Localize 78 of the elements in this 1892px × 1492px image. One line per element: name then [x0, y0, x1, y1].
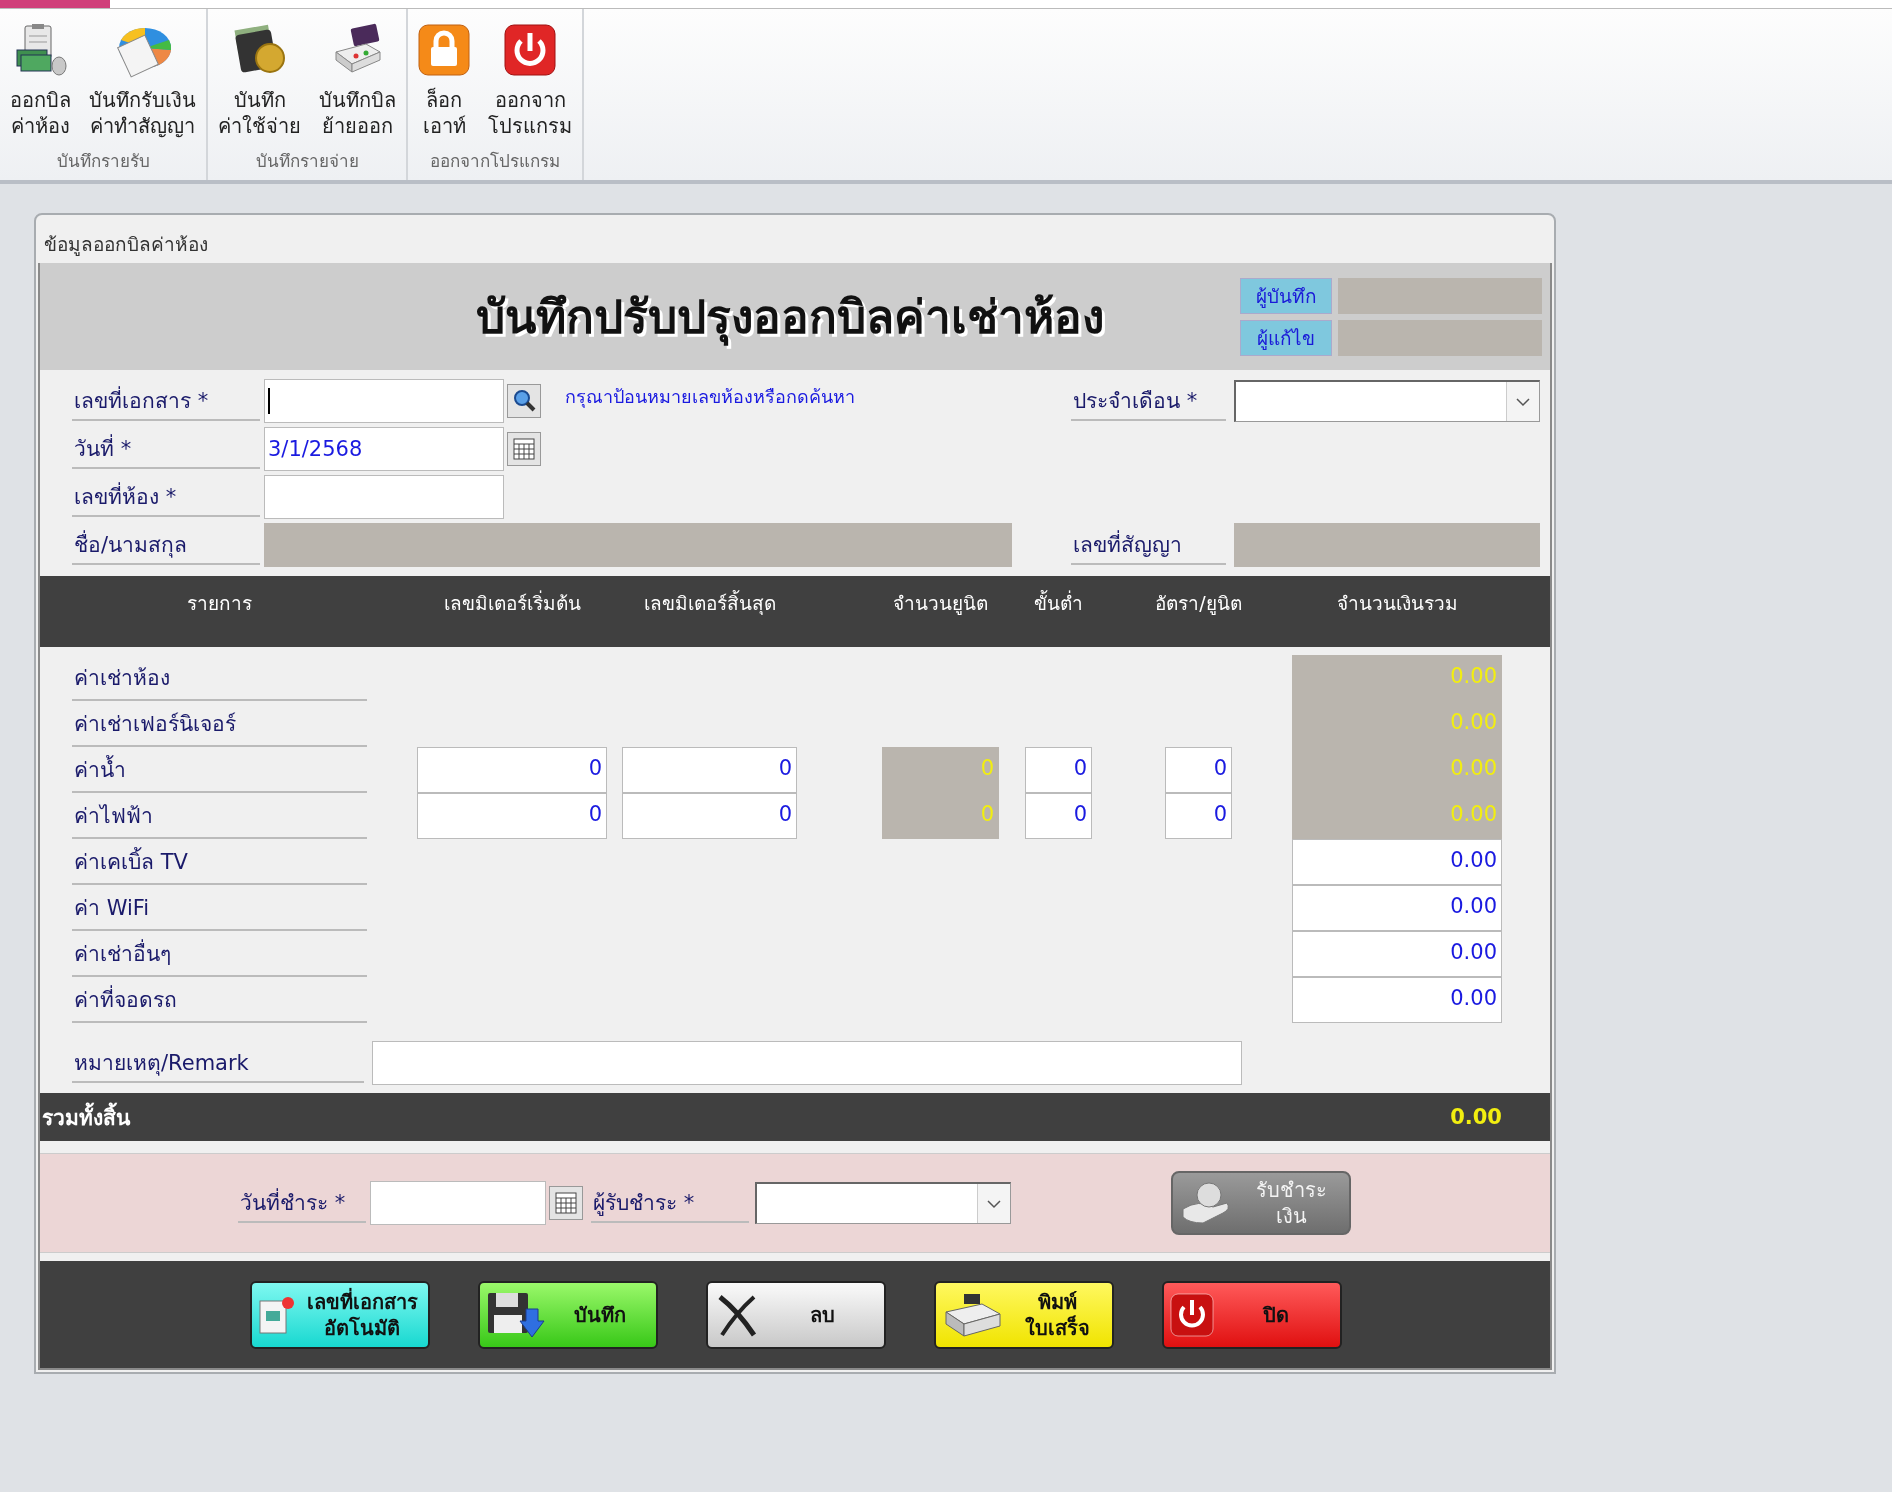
- group-label: บันทึกรายรับ: [55, 150, 151, 173]
- field-label: วันที่ *: [72, 429, 260, 469]
- item-label: ค่าเช่าห้อง: [72, 655, 367, 701]
- column-header: จำนวนเงินรวม: [1336, 591, 1458, 616]
- number-field[interactable]: 0: [417, 793, 607, 839]
- audit-label: ผู้แก้ไข: [1240, 319, 1332, 356]
- item-label: ค่าที่จอดรถ: [72, 977, 367, 1023]
- number-field[interactable]: 0: [622, 793, 797, 839]
- auto-number-button[interactable]: เลขที่เอกสาร อัตโนมัติ: [250, 1280, 430, 1349]
- cash-register-icon: [942, 1291, 1004, 1338]
- field-label: เลขที่สัญญา: [1071, 525, 1226, 565]
- total-field[interactable]: 0.00: [1292, 931, 1502, 977]
- audit-label: ผู้บันทึก: [1240, 277, 1332, 314]
- number-field[interactable]: 0: [1165, 793, 1232, 839]
- date-field[interactable]: [370, 1181, 546, 1225]
- readonly-number-field: 0: [882, 793, 999, 839]
- group-label: บันทึกรายจ่าย: [254, 150, 360, 173]
- field-label: วันที่ชำระ *: [238, 1183, 366, 1223]
- column-header: ขั้นต่ำ: [1034, 589, 1083, 616]
- total-field[interactable]: 0.00: [1292, 839, 1502, 885]
- field-label: ผู้รับชำระ *: [591, 1183, 749, 1223]
- column-header: รายการ: [187, 591, 252, 616]
- item-label: ค่า WiFi: [72, 885, 367, 931]
- number-field[interactable]: 0: [1025, 747, 1092, 793]
- field-label: ประจำเดือน *: [1071, 381, 1226, 421]
- number-field[interactable]: 0: [1025, 793, 1092, 839]
- date-field[interactable]: 3/1/2568: [264, 427, 504, 471]
- hint-text: กรุณาป้อนหมายเลขห้องหรือกดค้นหา: [565, 385, 856, 410]
- item-label: ค่าไฟฟ้า: [72, 793, 367, 839]
- delete-button[interactable]: ลบ: [706, 1280, 886, 1349]
- ribbon-button[interactable]: ออกจาก โปรแกรม: [488, 9, 572, 147]
- power-icon: [1170, 1292, 1214, 1337]
- calendar-icon[interactable]: [507, 432, 541, 466]
- column-header: เลขมิเตอร์เริ่มต้น: [443, 589, 581, 616]
- dropdown[interactable]: [755, 1182, 1011, 1224]
- ribbon-button[interactable]: ออกบิล ค่าห้อง: [10, 9, 71, 147]
- number-field[interactable]: 0: [417, 747, 607, 793]
- ribbon-button[interactable]: บันทึก ค่าใช้จ่าย: [218, 9, 301, 147]
- ribbon-button[interactable]: ล็อก เอาท์: [418, 9, 470, 147]
- save-button[interactable]: บันทึก: [478, 1280, 658, 1349]
- readonly-number-field: 0: [882, 747, 999, 793]
- item-label: ค่าเช่าอื่นๆ: [72, 931, 367, 977]
- ribbon-button[interactable]: บันทึกรับเงิน ค่าทำสัญญา: [89, 9, 196, 147]
- panel-title: ข้อมูลออกบิลค่าห้อง: [44, 232, 208, 258]
- column-header: จำนวนยูนิต: [893, 591, 988, 617]
- total-label: รวมทั้งสิ้น: [42, 1100, 130, 1134]
- total-value: 0.00: [1450, 1105, 1502, 1129]
- item-label: ค่าเช่าเฟอร์นิเจอร์: [72, 701, 367, 747]
- input-field[interactable]: [264, 475, 504, 519]
- ribbon-button[interactable]: บันทึกบิล ย้ายออก: [319, 9, 396, 147]
- power-icon: [504, 24, 556, 76]
- dropdown[interactable]: [1234, 380, 1540, 422]
- calendar-icon[interactable]: [549, 1186, 583, 1220]
- field-label: เลขที่ห้อง *: [72, 477, 260, 517]
- field-label: หมายเหตุ/Remark: [72, 1043, 364, 1083]
- remark-field[interactable]: [372, 1041, 1242, 1085]
- item-label: ค่าน้ำ: [72, 747, 367, 793]
- field-label: ชื่อ/นามสกุล: [72, 525, 260, 565]
- save-icon: [486, 1290, 546, 1339]
- item-label: ค่าเคเบิ้ล TV: [72, 839, 367, 885]
- lock-icon: [418, 24, 470, 76]
- number-field[interactable]: 0: [1165, 747, 1232, 793]
- readonly-total-field: 0.00: [1292, 747, 1502, 793]
- search-icon[interactable]: [507, 384, 541, 418]
- column-header: เลขมิเตอร์สิ้นสุด: [643, 589, 776, 617]
- form-title: บันทึกปรับปรุงออกบิลค่าเช่าห้อง: [475, 289, 1105, 348]
- total-field[interactable]: 0.00: [1292, 885, 1502, 931]
- input-field[interactable]: [264, 379, 504, 423]
- total-field[interactable]: 0.00: [1292, 977, 1502, 1023]
- readonly-total-field: 0.00: [1292, 655, 1502, 701]
- group-label: ออกจากโปรแกรม: [429, 150, 561, 173]
- readonly-total-field: 0.00: [1292, 701, 1502, 747]
- close-button[interactable]: ปิด: [1162, 1280, 1342, 1349]
- field-label: เลขที่เอกสาร *: [72, 381, 260, 421]
- readonly-total-field: 0.00: [1292, 793, 1502, 839]
- print-button[interactable]: พิมพ์ ใบเสร็จ: [934, 1280, 1114, 1349]
- number-field[interactable]: 0: [622, 747, 797, 793]
- column-header: อัตรา/ยูนิต: [1155, 591, 1242, 617]
